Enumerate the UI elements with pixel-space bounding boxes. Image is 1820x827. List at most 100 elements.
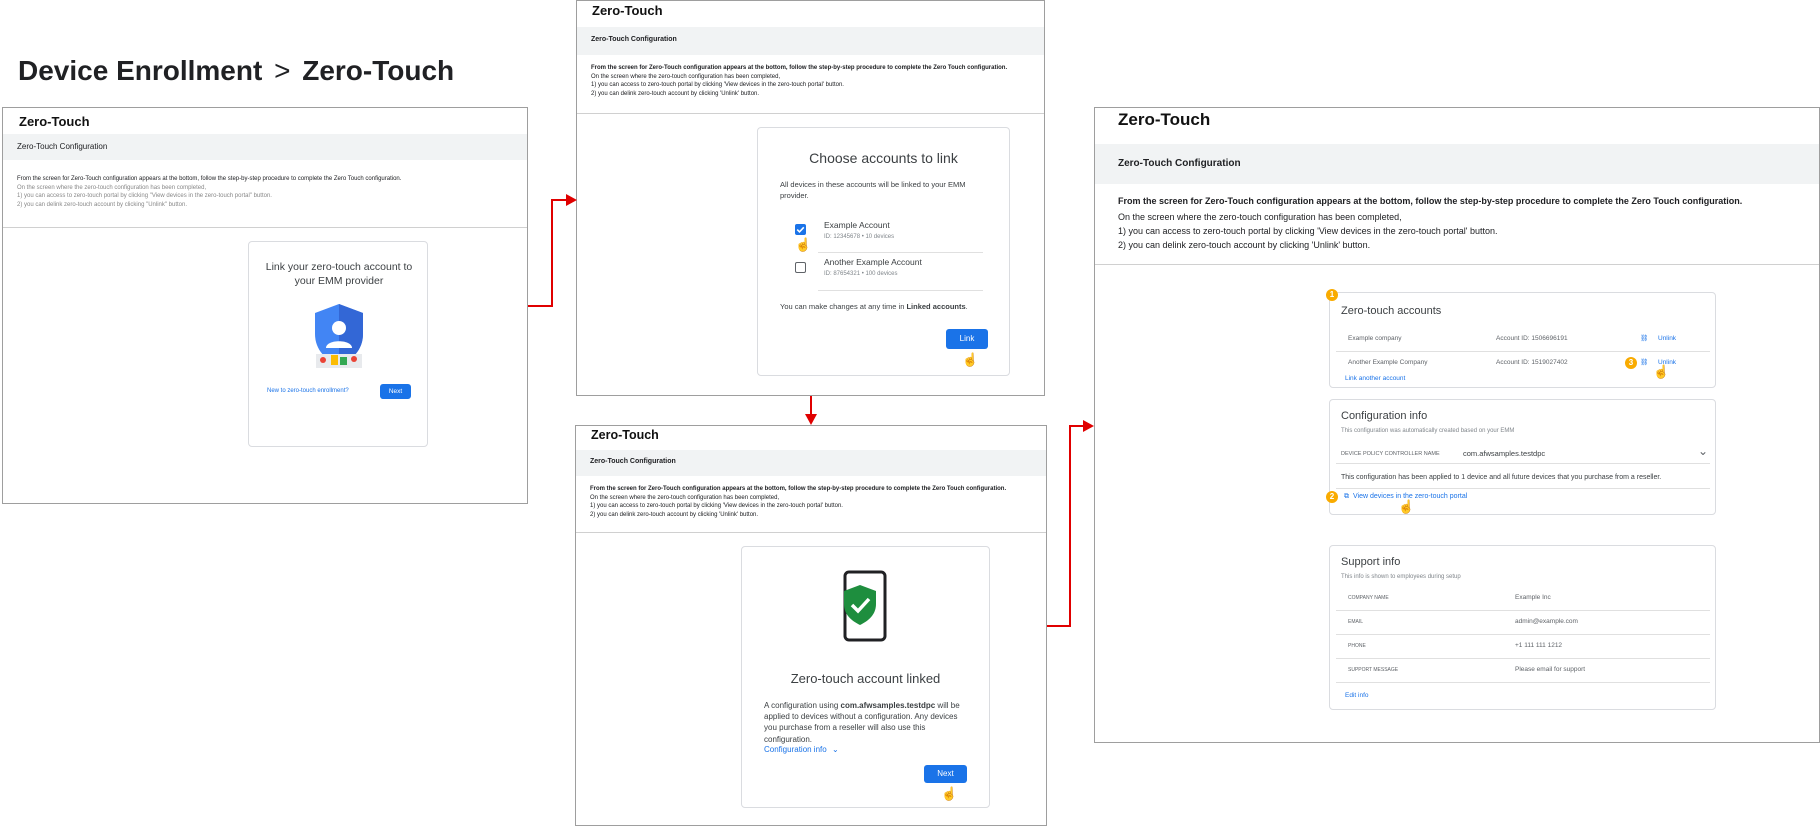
account-meta: ID: 87654321 • 100 devices — [824, 271, 898, 277]
checkbox-unchecked[interactable] — [795, 262, 806, 273]
config-band: Zero-Touch Configuration — [577, 27, 1044, 55]
divider — [577, 113, 1044, 114]
arrow-head-icon — [805, 414, 817, 425]
linked-accounts-bold: Linked accounts — [906, 302, 966, 311]
step-badge: 1 — [1326, 289, 1338, 301]
divider — [3, 227, 527, 228]
configuration-info-link[interactable]: Configuration info ⌄ — [764, 745, 839, 754]
link-another-account[interactable]: Link another account — [1345, 375, 1405, 382]
card-title: Choose accounts to link — [809, 150, 958, 166]
config-band: Zero-Touch Configuration — [1095, 144, 1819, 184]
open-in-new-icon: ⧉ — [1344, 493, 1349, 500]
divider — [1336, 488, 1710, 489]
step-badge: 2 — [1326, 491, 1338, 503]
panel-title: Zero-Touch — [592, 3, 663, 18]
next-button[interactable]: Next — [924, 765, 967, 783]
instructions-line1: On the screen where the zero-touch confi… — [17, 184, 207, 191]
heading-right: Zero-Touch — [302, 55, 455, 86]
hand-cursor-icon: ☝ — [795, 237, 812, 252]
panel-title: Zero-Touch — [19, 114, 90, 129]
support-value: admin@example.com — [1515, 618, 1578, 625]
panel-configuration-complete: Zero-Touch Zero-Touch Configuration From… — [1094, 107, 1820, 743]
config-band-title: Zero-Touch Configuration — [591, 36, 677, 43]
account-row: Example company Account ID: 1506696191 ⛓… — [1336, 327, 1710, 351]
unlink-icon: ⛓ — [1640, 359, 1649, 366]
phone-shield-illustration — [843, 570, 887, 642]
panel-title: Zero-Touch — [591, 428, 659, 442]
config-band-title: Zero-Touch Configuration — [590, 458, 676, 465]
support-label: EMAIL — [1348, 619, 1364, 625]
arrow-head-icon — [566, 194, 577, 206]
card-description: A configuration using com.afwsamples.tes… — [764, 700, 969, 745]
support-row: PHONE +1 111 111 1212 — [1336, 634, 1710, 658]
config-band-title: Zero-Touch Configuration — [17, 142, 108, 151]
panel-account-linked: Zero-Touch Zero-Touch Configuration From… — [575, 425, 1047, 826]
step-badge: 3 — [1625, 357, 1637, 369]
instructions-line2: 1) you can access to zero-touch portal b… — [1118, 225, 1498, 236]
section-title: Support info — [1341, 556, 1401, 568]
company-name: Example company — [1348, 335, 1402, 342]
dpc-name-bold: com.afwsamples.testdpc — [840, 701, 936, 710]
panel-choose-accounts: Zero-Touch Zero-Touch Configuration From… — [576, 0, 1045, 396]
account-name: Another Example Account — [824, 257, 922, 267]
applied-text: This configuration has been applied to 1… — [1341, 474, 1662, 481]
card-title: Link your zero-touch account to your EMM… — [265, 261, 413, 287]
linked-accounts-note: You can make changes at any time in Link… — [780, 302, 968, 311]
configuration-info-card: Configuration info This configuration wa… — [1326, 399, 1716, 515]
zero-touch-accounts-card: 1 Zero-touch accounts Example company Ac… — [1326, 289, 1716, 388]
support-label: SUPPORT MESSAGE — [1348, 667, 1399, 673]
flow-arrow-line — [1069, 425, 1071, 627]
hand-cursor-icon: ☝ — [1398, 499, 1415, 514]
section-title: Configuration info — [1341, 410, 1428, 422]
next-button[interactable]: Next — [380, 384, 411, 399]
instructions: From the screen for Zero-Touch configura… — [17, 175, 401, 210]
section-subtitle: This info is shown to employees during s… — [1341, 574, 1461, 580]
dpc-label: DEVICE POLICY CONTROLLER NAME — [1341, 451, 1440, 457]
support-label: PHONE — [1348, 643, 1366, 649]
divider — [1336, 682, 1710, 683]
configuration-info-label: Configuration info — [764, 745, 827, 754]
heading-left: Device Enrollment — [18, 55, 263, 86]
flow-arrow-line — [551, 199, 553, 307]
flow-arrow-line — [810, 396, 812, 416]
account-id: Account ID: 1519027402 — [1496, 359, 1568, 366]
account-name: Example Account — [824, 220, 890, 230]
heading-separator: > — [274, 55, 291, 86]
support-label: COMPANY NAME — [1348, 595, 1389, 601]
note-suffix: . — [965, 302, 968, 311]
new-to-zero-touch-link[interactable]: New to zero-touch enrollment? — [267, 388, 349, 394]
account-id: Account ID: 1506696191 — [1496, 335, 1568, 342]
company-name: Another Example Company — [1348, 359, 1428, 366]
support-value: +1 111 111 1212 — [1515, 642, 1563, 649]
account-option[interactable]: Another Example Account ID: 87654321 • 1… — [780, 254, 990, 290]
instructions-line3: 2) you can delink zero-touch account by … — [1118, 239, 1371, 250]
account-linked-card: Zero-touch account linked A configuratio… — [741, 546, 990, 808]
support-row: SUPPORT MESSAGE Please email for support — [1336, 658, 1710, 682]
panel-link-account: Zero-Touch Zero-Touch Configuration From… — [2, 107, 528, 504]
account-row: Another Example Company Account ID: 1519… — [1336, 351, 1710, 379]
link-button[interactable]: Link — [946, 329, 988, 349]
section-subtitle: This configuration was automatically cre… — [1341, 428, 1515, 434]
instructions-intro: From the screen for Zero-Touch configura… — [1118, 196, 1743, 206]
arrow-head-icon — [1083, 420, 1094, 432]
instructions-line1: On the screen where the zero-touch confi… — [590, 494, 780, 501]
instructions: From the screen for Zero-Touch configura… — [591, 64, 1007, 99]
instructions-line2: 1) you can access to zero-touch portal b… — [17, 193, 272, 200]
config-band: Zero-Touch Configuration — [3, 134, 527, 160]
divider — [576, 532, 1046, 533]
checkbox-checked[interactable] — [795, 224, 806, 235]
instructions-intro: From the screen for Zero-Touch configura… — [590, 486, 1007, 492]
support-value: Example Inc — [1515, 594, 1551, 601]
instructions-line3: 2) you can delink zero-touch account by … — [591, 91, 760, 98]
support-row: EMAIL admin@example.com — [1336, 610, 1710, 634]
note-prefix: You can make changes at any time in — [780, 302, 907, 311]
account-option[interactable]: ☝ Example Account ID: 12345678 • 10 devi… — [780, 216, 990, 252]
hand-cursor-icon: ☝ — [1653, 364, 1670, 379]
flow-arrow-line — [1047, 625, 1071, 627]
divider — [1095, 264, 1819, 265]
chevron-down-icon[interactable]: ⌄ — [1698, 444, 1708, 458]
unlink-button[interactable]: Unlink — [1658, 335, 1676, 342]
edit-info-link[interactable]: Edit info — [1345, 692, 1369, 699]
unlink-icon: ⛓ — [1640, 335, 1649, 342]
instructions-line2: 1) you can access to zero-touch portal b… — [590, 503, 843, 510]
